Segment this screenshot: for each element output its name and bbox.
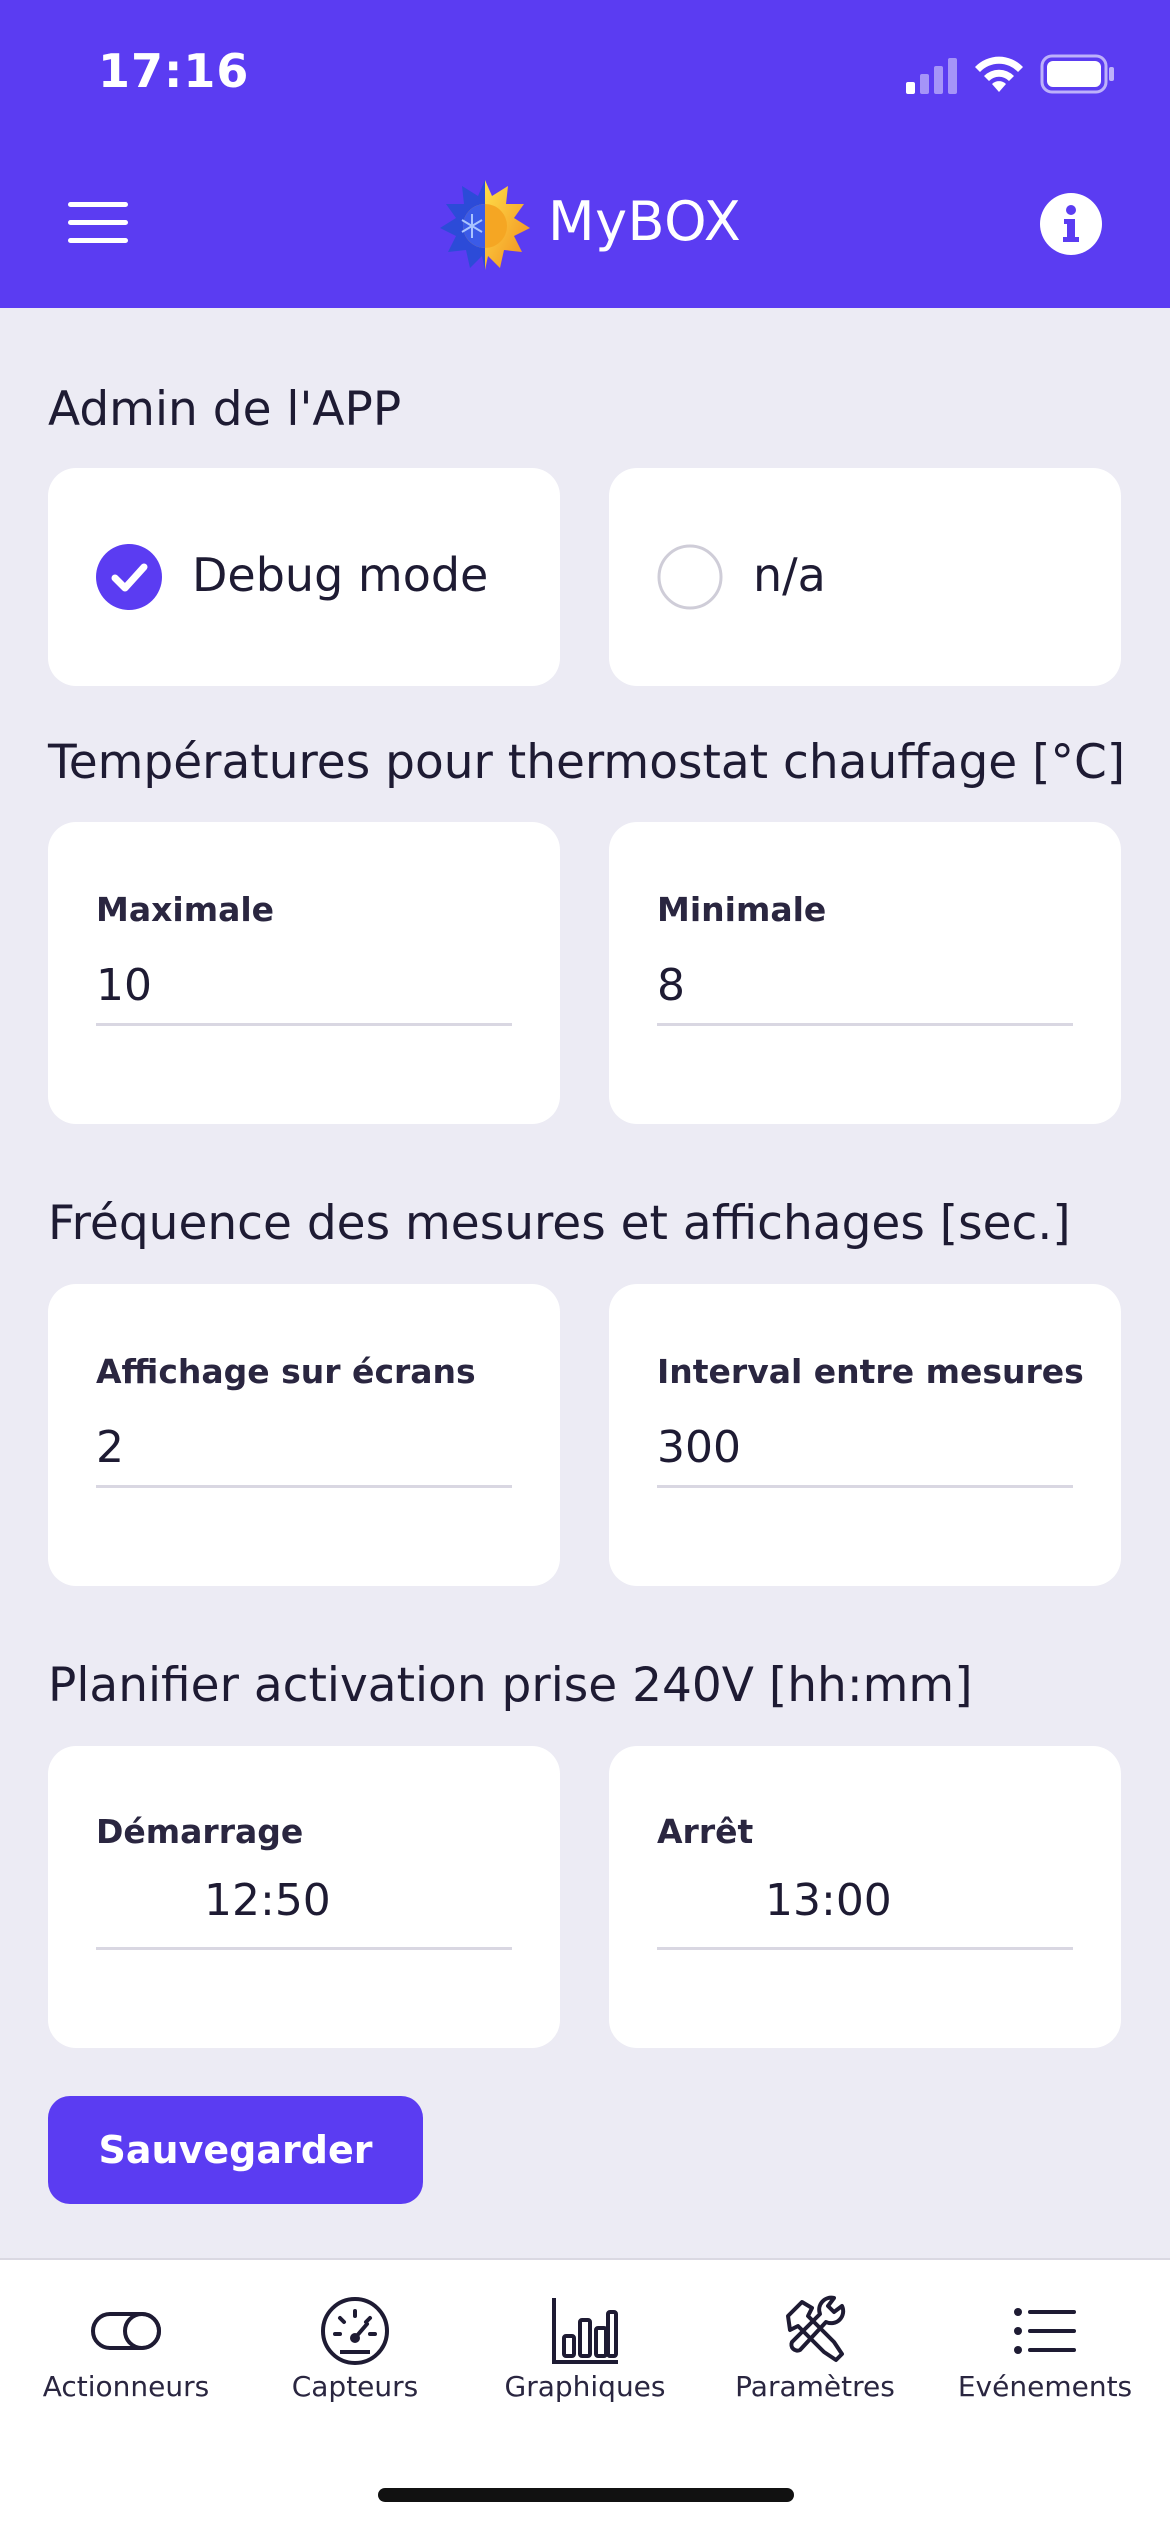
tab-parametres[interactable]: Paramètres — [698, 2260, 932, 2430]
display-frequency-card: Affichage sur écrans — [48, 1284, 560, 1586]
stop-time-card: Arrêt — [609, 1746, 1121, 2048]
min-temp-card: Minimale — [609, 822, 1121, 1124]
wifi-icon — [975, 56, 1023, 92]
list-icon — [1014, 2308, 1076, 2354]
stop-time-label: Arrêt — [657, 1812, 754, 1851]
display-frequency-input[interactable] — [96, 1410, 512, 1488]
measure-interval-input[interactable] — [657, 1410, 1073, 1488]
display-frequency-label: Affichage sur écrans — [96, 1352, 476, 1391]
debug-mode-label: Debug mode — [192, 548, 489, 602]
tab-parametres-label: Paramètres — [735, 2370, 895, 2403]
schedule-section-title: Planifier activation prise 240V [hh:mm] — [48, 1658, 973, 1713]
thermostat-section-title: Températures pour thermostat chauffage [… — [48, 735, 1126, 790]
home-indicator — [378, 2488, 794, 2502]
tab-capteurs-label: Capteurs — [291, 2370, 419, 2403]
save-button[interactable]: Sauvegarder — [48, 2096, 423, 2204]
na-label: n/a — [753, 548, 826, 602]
gauge-icon — [321, 2297, 389, 2365]
tab-graphiques-label: Graphiques — [504, 2370, 666, 2403]
status-time: 17:16 — [98, 44, 250, 98]
toggle-icon — [91, 2312, 161, 2350]
tab-graphiques[interactable]: Graphiques — [468, 2260, 702, 2430]
frequency-section-title: Fréquence des mesures et affichages [sec… — [48, 1196, 1071, 1251]
checkbox-checked-icon — [96, 544, 162, 610]
info-icon — [1063, 205, 1079, 242]
start-time-input[interactable] — [96, 1854, 512, 1950]
max-temp-card: Maximale — [48, 822, 560, 1124]
menu-button[interactable] — [62, 196, 134, 250]
app-header: 17:16 MyBOX — [0, 0, 1170, 308]
battery-icon — [1040, 54, 1114, 94]
bar-chart-icon — [552, 2298, 618, 2364]
measure-interval-card: Interval entre mesures — [609, 1284, 1121, 1586]
admin-section-title: Admin de l'APP — [48, 382, 402, 437]
start-time-label: Démarrage — [96, 1812, 304, 1851]
min-temp-label: Minimale — [657, 890, 827, 929]
start-time-card: Démarrage — [48, 1746, 560, 2048]
na-checkbox[interactable]: n/a — [609, 468, 1121, 686]
tab-capteurs[interactable]: Capteurs — [238, 2260, 472, 2430]
max-temp-input[interactable] — [96, 948, 512, 1026]
max-temp-label: Maximale — [96, 890, 275, 929]
tab-evenements-label: Evénements — [957, 2370, 1133, 2403]
measure-interval-label: Interval entre mesures — [657, 1352, 1084, 1391]
info-button[interactable] — [1040, 193, 1102, 255]
debug-mode-checkbox[interactable]: Debug mode — [48, 468, 560, 686]
hamburger-menu-icon — [68, 202, 128, 207]
app-title: MyBOX — [548, 190, 742, 253]
stop-time-input[interactable] — [657, 1854, 1073, 1950]
cellular-signal-icon — [906, 58, 957, 94]
tools-icon — [786, 2295, 846, 2362]
checkbox-unchecked-icon — [657, 544, 723, 610]
min-temp-input[interactable] — [657, 948, 1073, 1026]
tab-actionneurs-label: Actionneurs — [42, 2370, 210, 2403]
tab-evenements[interactable]: Evénements — [928, 2260, 1162, 2430]
tab-actionneurs[interactable]: Actionneurs — [9, 2260, 243, 2430]
app-logo-icon — [440, 180, 530, 270]
